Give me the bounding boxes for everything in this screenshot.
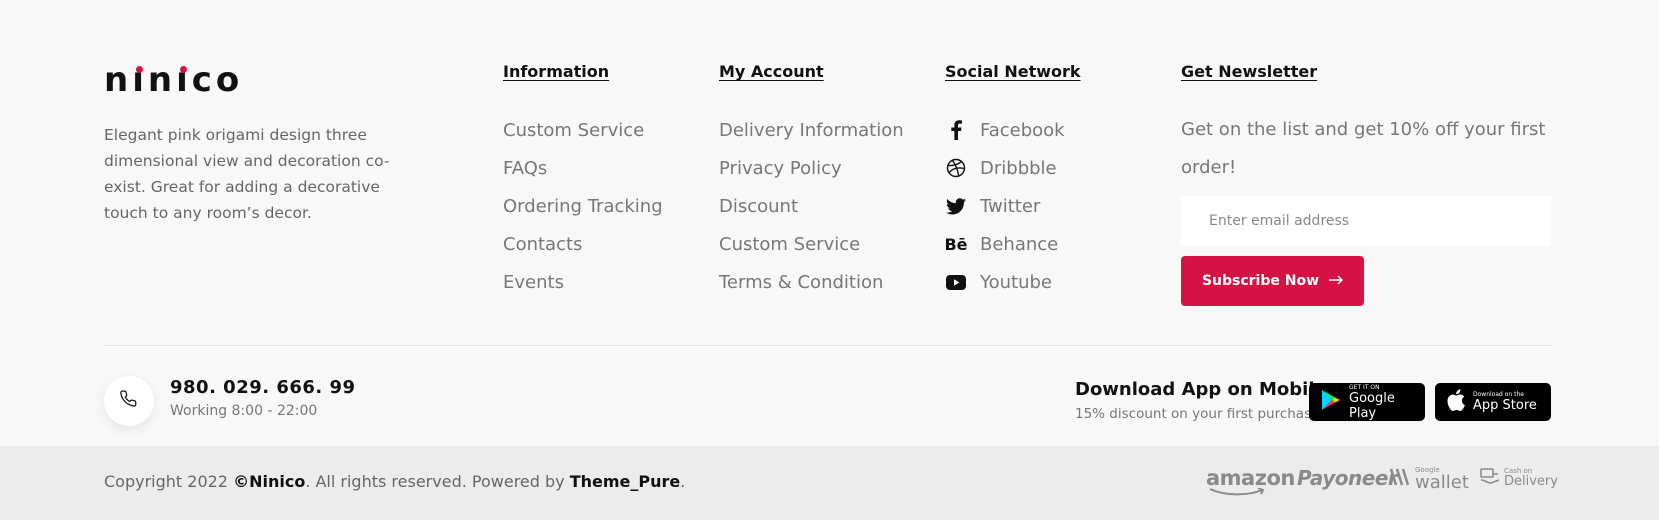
footer-top: nınıco Elegant pink origami design three… [0, 0, 1659, 346]
account-column: My Account Delivery Information Privacy … [719, 62, 904, 301]
social-label[interactable]: Twitter [980, 196, 1040, 217]
information-title: Information [503, 62, 610, 81]
google-play-icon [1321, 389, 1341, 415]
link-label[interactable]: Discount [719, 196, 798, 217]
working-hours: Working 8:00 - 22:00 [170, 403, 318, 419]
google-play-small: GET IT ON [1349, 383, 1380, 391]
bottom-bar: Copyright 2022 ©Ninico. All rights reser… [0, 446, 1659, 520]
link-label[interactable]: Ordering Tracking [503, 196, 663, 217]
app-store-big: App Store [1473, 398, 1537, 413]
link-label[interactable]: FAQs [503, 158, 547, 179]
copyright-prefix: Copyright 2022 [104, 472, 234, 491]
wallet-big: wallet [1415, 472, 1469, 493]
link-ordering-tracking[interactable]: Ordering Tracking [503, 187, 663, 225]
cod-big: Delivery [1504, 474, 1558, 489]
account-title: My Account [719, 62, 824, 81]
information-column: Information Custom Service FAQs Ordering… [503, 62, 663, 301]
link-faqs[interactable]: FAQs [503, 149, 663, 187]
wallet-icon [1389, 466, 1413, 492]
link-label[interactable]: Delivery Information [719, 120, 904, 141]
facebook-icon [945, 119, 967, 141]
email-input[interactable] [1181, 196, 1551, 246]
footer-divider [104, 345, 1551, 346]
social-label[interactable]: Behance [980, 234, 1058, 255]
logo[interactable]: nınıco [104, 60, 243, 100]
social-label[interactable]: Dribbble [980, 158, 1057, 179]
subscribe-button[interactable]: Subscribe Now [1181, 256, 1364, 306]
social-dribbble[interactable]: Dribbble [945, 149, 1081, 187]
newsletter-text: Get on the list and get 10% off your fir… [1181, 119, 1546, 178]
payoneer-logo: Payoneer [1297, 466, 1398, 490]
copyright-brand[interactable]: ©Ninico [233, 472, 305, 491]
app-title: Download App on Mobile [1075, 379, 1327, 400]
link-custom-service[interactable]: Custom Service [503, 111, 663, 149]
amazon-label: amazon [1206, 466, 1295, 490]
behance-icon: Bē [944, 234, 968, 254]
google-play-big: Google Play [1349, 390, 1395, 421]
subscribe-label: Subscribe Now [1201, 273, 1320, 289]
link-privacy-policy[interactable]: Privacy Policy [719, 149, 904, 187]
link-contacts[interactable]: Contacts [503, 225, 663, 263]
newsletter-title: Get Newsletter [1181, 62, 1318, 81]
powered-by-link[interactable]: Theme_Pure [570, 472, 681, 491]
social-behance[interactable]: Bē Behance [944, 225, 1081, 263]
social-label[interactable]: Facebook [980, 120, 1065, 141]
app-store-small: Download on the [1473, 391, 1524, 398]
link-discount[interactable]: Discount [719, 187, 904, 225]
apple-icon [1447, 389, 1465, 415]
amazon-logo: amazon [1206, 466, 1295, 496]
link-label[interactable]: Custom Service [719, 234, 860, 255]
dribbble-icon [945, 157, 967, 179]
copyright-text: Copyright 2022 ©Ninico. All rights reser… [104, 472, 685, 491]
twitter-icon [945, 195, 967, 217]
google-play-button[interactable]: GET IT ON Google Play [1309, 383, 1425, 421]
brand-description: Elegant pink origami design three dimens… [104, 126, 390, 222]
youtube-icon [945, 271, 967, 293]
link-terms[interactable]: Terms & Condition [719, 263, 904, 301]
link-events[interactable]: Events [503, 263, 663, 301]
social-label[interactable]: Youtube [980, 272, 1052, 293]
phone-number[interactable]: 980. 029. 666. 99 [170, 377, 356, 398]
app-subtitle: 15% discount on your first purchase [1075, 406, 1320, 422]
app-store-button[interactable]: Download on the App Store [1435, 383, 1551, 421]
social-title: Social Network [945, 62, 1081, 81]
link-label[interactable]: Contacts [503, 234, 582, 255]
copyright-suffix: . [680, 472, 686, 491]
social-column: Social Network Facebook Dribbble Twitter [944, 62, 1081, 301]
social-twitter[interactable]: Twitter [945, 187, 1081, 225]
link-custom-service-account[interactable]: Custom Service [719, 225, 904, 263]
link-label[interactable]: Terms & Condition [719, 272, 883, 293]
phone-icon [120, 390, 138, 412]
social-facebook[interactable]: Facebook [945, 111, 1081, 149]
social-youtube[interactable]: Youtube [945, 263, 1081, 301]
delivery-icon [1479, 466, 1501, 490]
arrow-right-icon [1329, 273, 1344, 289]
newsletter-column: Get Newsletter Get on the list and get 1… [1181, 62, 1551, 306]
link-delivery-information[interactable]: Delivery Information [719, 111, 904, 149]
link-label[interactable]: Privacy Policy [719, 158, 842, 179]
link-label[interactable]: Custom Service [503, 120, 644, 141]
google-wallet-logo: Google wallet [1389, 466, 1469, 492]
cash-on-delivery-logo: Cash on Delivery [1479, 466, 1558, 490]
link-label[interactable]: Events [503, 272, 564, 293]
phone-button[interactable] [104, 376, 154, 426]
copyright-middle: . All rights reserved. Powered by [305, 472, 570, 491]
